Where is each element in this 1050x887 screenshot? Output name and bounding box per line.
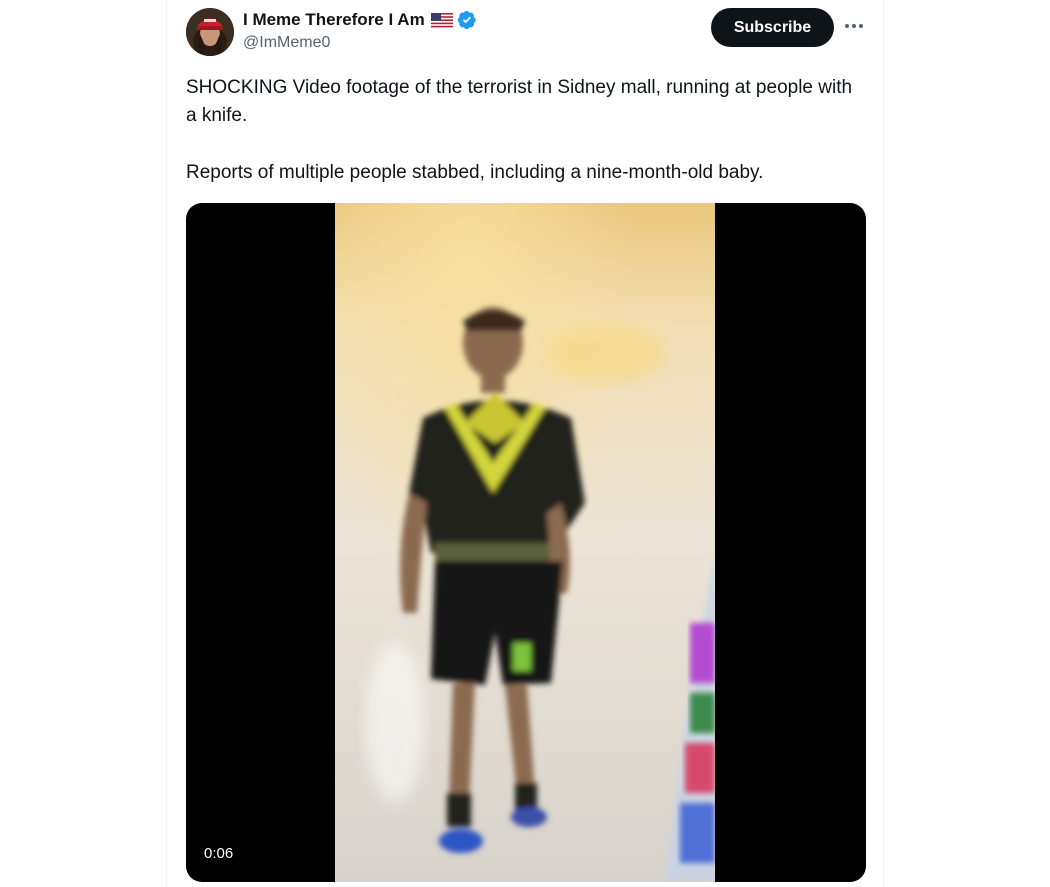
tweet-text: SHOCKING Video footage of the terrorist … [186,74,866,187]
subscribe-button[interactable]: Subscribe [711,8,834,47]
video-duration: 0:06 [195,842,243,866]
tweet-paragraph: SHOCKING Video footage of the terrorist … [186,77,853,126]
video-frame[interactable] [335,203,715,882]
more-options-icon[interactable] [842,14,866,38]
verified-badge-icon[interactable] [457,10,477,30]
name-row: I Meme Therefore I Am [243,9,477,31]
user-handle[interactable]: @ImMeme0 [243,34,330,52]
page: I Meme Therefore I Am @ImMeme0 Subscribe… [0,0,1050,887]
video-player[interactable]: 0:06 [186,203,866,882]
tweet-post: I Meme Therefore I Am @ImMeme0 Subscribe… [166,0,884,887]
us-flag-icon [430,12,453,28]
tweet-paragraph: Reports of multiple people stabbed, incl… [186,162,764,183]
display-name[interactable]: I Meme Therefore I Am [243,10,425,30]
avatar[interactable] [186,8,234,56]
